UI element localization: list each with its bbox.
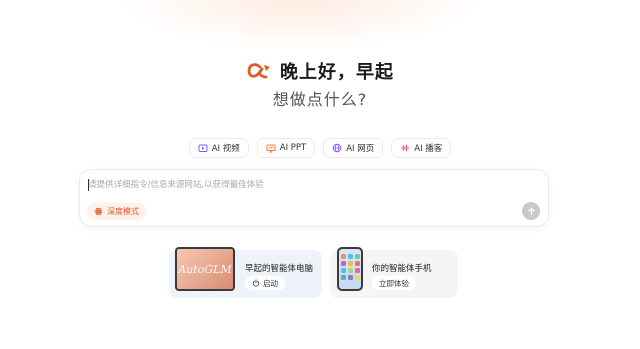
agent-phone-card[interactable]: 你的智能体手机 立即体验 bbox=[330, 247, 458, 298]
deep-mode-label: 深度模式 bbox=[107, 207, 139, 216]
try-now-button[interactable]: 立即体验 bbox=[372, 276, 416, 290]
card-title: 早起的智能体电脑 bbox=[245, 264, 314, 274]
computer-thumbnail: AutoGLM bbox=[175, 247, 235, 291]
prompt-input[interactable] bbox=[88, 177, 508, 193]
chip-ai-video[interactable]: AI 视频 bbox=[188, 138, 249, 158]
chip-ai-ppt[interactable]: AI PPT bbox=[256, 138, 316, 158]
alpha-logo-icon bbox=[247, 63, 270, 79]
greeting-header: 晚上好，早起 bbox=[0, 58, 640, 84]
power-icon bbox=[252, 279, 260, 287]
text-cursor bbox=[88, 179, 89, 191]
chip-label: AI 网页 bbox=[346, 144, 375, 154]
quick-action-chips: AI 视频 AI PPT AI 网页 AI 播客 bbox=[0, 138, 640, 158]
chip-label: AI 播客 bbox=[414, 144, 443, 154]
thumbnail-text: AutoGLM bbox=[178, 262, 232, 276]
launch-button-label: 启动 bbox=[263, 278, 278, 288]
greeting-title: 晚上好，早起 bbox=[280, 62, 394, 83]
deep-mode-button[interactable]: 深度模式 bbox=[87, 203, 146, 220]
agent-computer-card[interactable]: AutoGLM 早起的智能体电脑 启动 bbox=[169, 247, 322, 298]
atom-icon bbox=[94, 207, 103, 216]
try-now-button-label: 立即体验 bbox=[379, 278, 409, 288]
video-icon bbox=[198, 144, 208, 152]
chip-label: AI PPT bbox=[279, 143, 307, 153]
send-button[interactable] bbox=[522, 202, 540, 220]
greeting-subtitle: 想做点什么? bbox=[272, 90, 368, 109]
launch-button[interactable]: 启动 bbox=[245, 276, 285, 290]
ppt-icon bbox=[266, 144, 276, 153]
chip-ai-podcast[interactable]: AI 播客 bbox=[391, 138, 452, 158]
prompt-input-card: 深度模式 bbox=[79, 169, 549, 227]
chip-ai-webpage[interactable]: AI 网页 bbox=[323, 138, 384, 158]
arrow-up-icon bbox=[527, 207, 535, 215]
globe-icon bbox=[332, 143, 342, 153]
card-title: 你的智能体手机 bbox=[372, 264, 432, 274]
phone-thumbnail bbox=[337, 247, 363, 291]
audio-wave-icon bbox=[401, 144, 409, 152]
chip-label: AI 视频 bbox=[211, 144, 240, 154]
